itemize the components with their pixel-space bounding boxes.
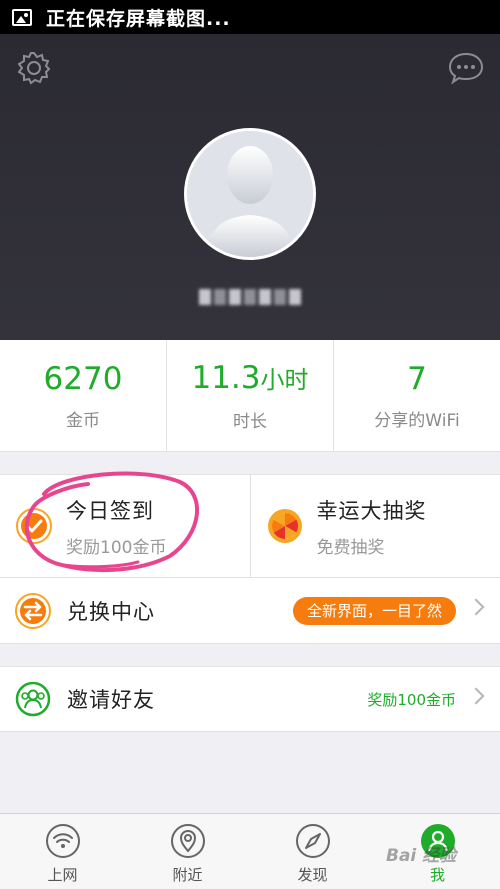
avatar[interactable] <box>184 128 316 260</box>
feature-cards: 今日签到 奖励100金币 幸运大抽奖 免费抽奖 <box>0 474 500 578</box>
invite-reward-text: 奖励100金币 <box>367 691 456 709</box>
checkin-check-icon <box>16 508 52 544</box>
stat-shared-wifi-value: 7 <box>407 361 427 397</box>
screenshot-icon <box>12 8 32 26</box>
checkin-title: 今日签到 <box>66 498 154 523</box>
stat-duration-label: 时长 <box>233 412 267 432</box>
tab-internet[interactable]: 上网 <box>0 814 125 889</box>
stat-shared-wifi[interactable]: 7 分享的WiFi <box>334 340 500 451</box>
lottery-subtitle: 免费抽奖 <box>316 537 385 558</box>
chevron-right-icon <box>467 598 485 616</box>
stats-panel: 6270 金币 11.3小时 时长 7 分享的WiFi <box>0 340 500 452</box>
location-pin-icon <box>170 824 205 858</box>
stat-coins-label: 金币 <box>66 411 100 431</box>
exchange-center-row[interactable]: 兑换中心 全新界面，一目了然 <box>0 578 500 644</box>
settings-gear-icon[interactable] <box>16 50 52 86</box>
stat-duration-unit: 小时 <box>260 366 309 394</box>
status-bar: 正在保存屏幕截图... <box>0 0 500 34</box>
wifi-icon <box>45 824 80 858</box>
stat-duration[interactable]: 11.3小时 时长 <box>167 340 334 451</box>
stat-coins-value: 6270 <box>43 361 123 397</box>
tab-nearby-label: 附近 <box>172 866 203 884</box>
tab-nearby[interactable]: 附近 <box>125 814 250 889</box>
message-bubble-icon[interactable] <box>447 50 485 86</box>
lottery-wheel-icon <box>267 509 302 543</box>
exchange-new-badge: 全新界面，一目了然 <box>292 597 456 625</box>
tab-discover[interactable]: 发现 <box>250 814 375 889</box>
default-user-silhouette-icon <box>187 131 313 257</box>
compass-icon <box>295 824 330 858</box>
tab-discover-label: 发现 <box>297 866 328 884</box>
invite-friends-icon <box>15 681 51 717</box>
stat-shared-wifi-label: 分享的WiFi <box>374 411 460 431</box>
stat-coins[interactable]: 6270 金币 <box>0 340 167 451</box>
invite-friends-row[interactable]: 邀请好友 奖励100金币 <box>0 666 500 732</box>
baidu-watermark: Bai 经验 <box>386 846 457 866</box>
exchange-arrows-icon <box>15 592 51 629</box>
checkin-card[interactable]: 今日签到 奖励100金币 <box>0 475 251 577</box>
status-text: 正在保存屏幕截图... <box>46 7 231 30</box>
tab-me-label: 我 <box>429 866 445 884</box>
lottery-title: 幸运大抽奖 <box>316 498 427 523</box>
invite-friends-title: 邀请好友 <box>67 688 155 712</box>
chevron-right-icon <box>467 687 485 705</box>
tab-internet-label: 上网 <box>47 866 78 884</box>
stat-duration-value: 11.3 <box>191 360 261 396</box>
exchange-center-title: 兑换中心 <box>67 599 155 624</box>
username-blurred <box>186 283 314 311</box>
checkin-subtitle: 奖励100金币 <box>66 537 167 558</box>
profile-header <box>0 34 500 340</box>
lottery-card[interactable]: 幸运大抽奖 免费抽奖 <box>251 475 500 577</box>
